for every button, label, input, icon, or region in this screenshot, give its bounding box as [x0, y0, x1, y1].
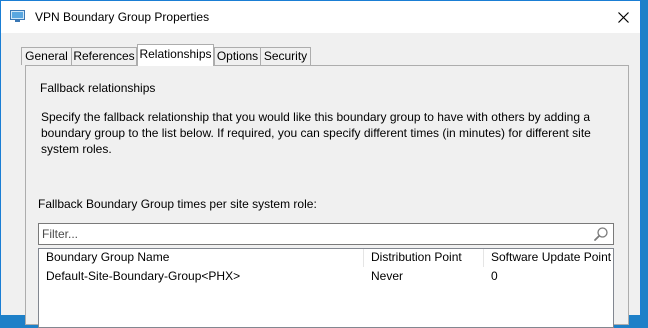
list-header: Boundary Group Name Distribution Point S…: [39, 249, 613, 267]
column-header-boundary-group-name[interactable]: Boundary Group Name: [39, 249, 364, 267]
fallback-times-label: Fallback Boundary Group times per site s…: [38, 197, 317, 211]
relationships-panel: Fallback relationships Specify the fallb…: [25, 65, 629, 328]
title-bar[interactable]: VPN Boundary Group Properties: [1, 1, 640, 33]
fallback-section-label: Fallback relationships: [40, 81, 156, 95]
tab-security[interactable]: Security: [260, 47, 311, 65]
window-title: VPN Boundary Group Properties: [35, 10, 210, 24]
filter-input[interactable]: [42, 226, 582, 242]
boundary-group-icon: [10, 10, 25, 22]
cell-distribution-point: Never: [371, 269, 404, 283]
tab-options[interactable]: Options: [214, 47, 261, 65]
fallback-description: Specify the fallback relationship that y…: [41, 110, 591, 156]
properties-window: VPN Boundary Group Properties General Re…: [0, 0, 641, 328]
close-icon: [617, 11, 629, 23]
table-row[interactable]: Default-Site-Boundary-Group<PHX> Never 0: [39, 268, 613, 285]
filter-box: [38, 223, 614, 245]
search-icon[interactable]: [593, 226, 609, 242]
column-header-distribution-point[interactable]: Distribution Point: [364, 249, 484, 267]
tab-references[interactable]: References: [71, 47, 137, 65]
tab-relationships[interactable]: Relationships: [137, 44, 214, 66]
column-header-software-update-point[interactable]: Software Update Point: [484, 249, 613, 267]
tab-general[interactable]: General: [21, 47, 72, 65]
cell-boundary-group-name: Default-Site-Boundary-Group<PHX>: [46, 269, 241, 283]
cell-software-update-point: 0: [491, 269, 498, 283]
fallback-group-list[interactable]: Boundary Group Name Distribution Point S…: [38, 248, 614, 328]
close-button[interactable]: [606, 1, 640, 33]
